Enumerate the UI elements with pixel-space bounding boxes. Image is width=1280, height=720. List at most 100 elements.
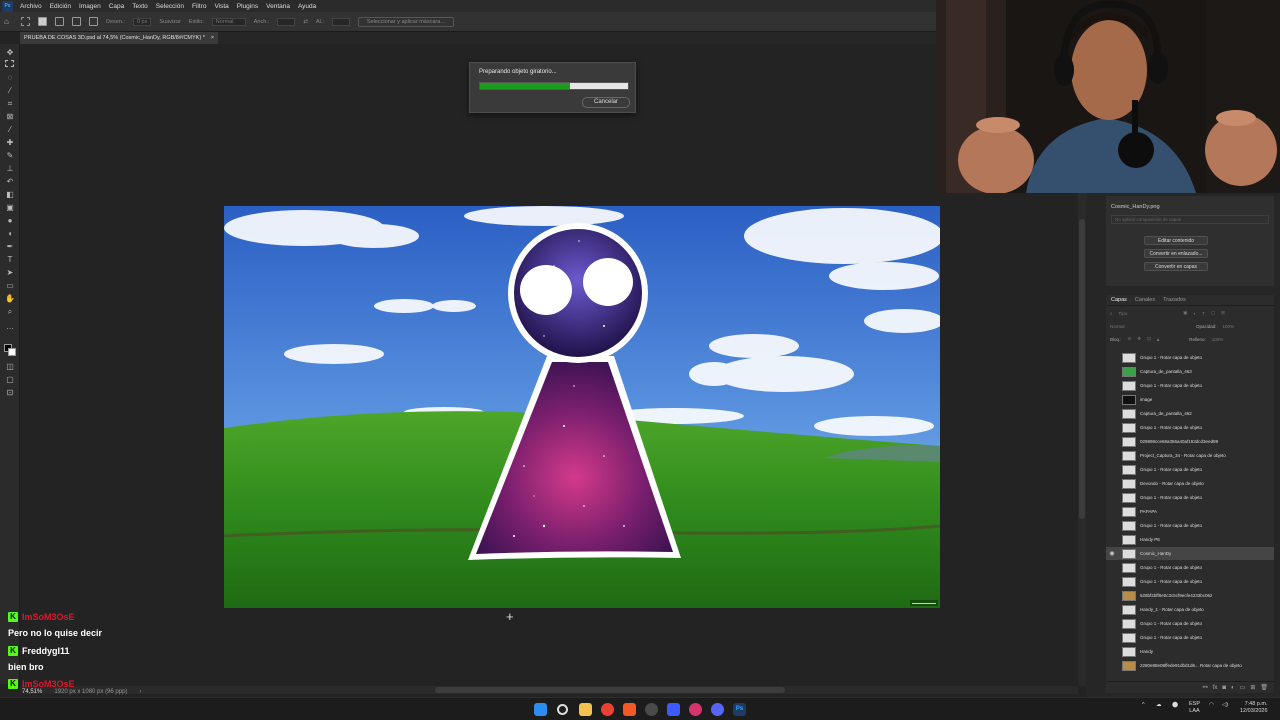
blur-tool-icon[interactable]: ●	[5, 216, 15, 225]
layer-row[interactable]: Grupo 1 - Rotar capa de objeto	[1106, 379, 1274, 392]
dodge-tool-icon[interactable]: ◖	[5, 229, 15, 238]
tray-app-icon[interactable]: ☁	[1156, 702, 1162, 708]
cancel-button[interactable]: Cancelar	[582, 97, 630, 108]
menu-filtro[interactable]: Filtro	[188, 3, 210, 10]
add-selection-icon[interactable]	[55, 17, 64, 26]
type-tool-icon[interactable]: T	[5, 255, 15, 264]
opacity-input[interactable]: 100%	[1223, 324, 1235, 329]
layer-row[interactable]: Handy PE	[1106, 533, 1274, 546]
quick-mask-icon[interactable]: ◫	[5, 362, 15, 371]
adjustment-layer-icon[interactable]: ◐	[1231, 682, 1235, 693]
layer-row[interactable]: Grupo 1 - Rotar capa de objeto	[1106, 561, 1274, 574]
add-mask-icon[interactable]: ◙	[1222, 682, 1226, 693]
magic-wand-icon[interactable]: ⁄	[5, 86, 15, 95]
blend-mode-select[interactable]: Normal	[1110, 324, 1170, 329]
link-layers-icon[interactable]: ⚯	[1203, 682, 1208, 693]
volume-icon[interactable]: ◁)	[1222, 702, 1228, 708]
menu-ventana[interactable]: Ventana	[262, 3, 294, 10]
layer-row[interactable]: Grupo 1 - Rotar capa de objeto	[1106, 463, 1274, 476]
rectangular-marquee-tool-icon[interactable]	[5, 60, 14, 67]
antialias-checkbox[interactable]: Suavizar	[159, 19, 180, 25]
menu-plugins[interactable]: Plugins	[233, 3, 262, 10]
pen-tool-icon[interactable]: ✒	[5, 242, 15, 251]
photoshop-logo-icon[interactable]: Ps	[2, 0, 13, 12]
lock-pixels-icon[interactable]: ⊘	[1128, 336, 1132, 342]
convert-to-linked-button[interactable]: Convertir en enlazado...	[1144, 249, 1208, 258]
layer-row[interactable]: Grupo 1 - Rotar capa de objeto	[1106, 617, 1274, 630]
eraser-icon[interactable]: ◧	[5, 190, 15, 199]
photoshop-taskbar-icon[interactable]: Ps	[733, 703, 746, 716]
eyedropper-icon[interactable]: ⁄	[5, 125, 15, 134]
horizontal-scroll-thumb[interactable]	[435, 687, 785, 693]
filter-smart-icon[interactable]: ⊞	[1221, 310, 1225, 316]
healing-brush-icon[interactable]: ✚	[5, 138, 15, 147]
new-selection-icon[interactable]	[38, 17, 47, 26]
menu-archivo[interactable]: Archivo	[16, 3, 46, 10]
filter-type-icon[interactable]: T	[1202, 311, 1205, 316]
brave-icon[interactable]	[623, 703, 636, 716]
layer-row[interactable]: 528bf2bff8e0c3c5cf9ecfe4233bc062	[1106, 589, 1274, 602]
rectangle-tool-icon[interactable]: ▭	[5, 281, 15, 290]
crop-tool-icon[interactable]: ⌗	[5, 99, 15, 108]
layer-row[interactable]: Grupo 1 - Rotar capa de objeto	[1106, 519, 1274, 532]
filter-shape-icon[interactable]: ▢	[1211, 310, 1215, 316]
tray-chevron-icon[interactable]: ^	[1142, 702, 1145, 708]
layer-row[interactable]: Devondo - Rotar capa de objeto	[1106, 477, 1274, 490]
edit-toolbar-icon[interactable]: ⊡	[5, 388, 15, 397]
layer-row[interactable]: Handy	[1106, 645, 1274, 658]
more-tools-icon[interactable]: …	[5, 322, 15, 331]
delete-layer-icon[interactable]: 🗑︎	[1260, 682, 1268, 693]
search-icon[interactable]: ⌕	[1110, 311, 1113, 316]
lock-artboard-icon[interactable]: ⊡	[1147, 336, 1151, 342]
layer-row[interactable]: Grupo 1 - Rotar capa de objeto	[1106, 491, 1274, 504]
browser-icon[interactable]	[645, 703, 658, 716]
layer-style-icon[interactable]: fx	[1213, 682, 1218, 693]
menu-ayuda[interactable]: Ayuda	[294, 3, 320, 10]
layer-row[interactable]: Grupo 1 - Rotar capa de objeto	[1106, 631, 1274, 644]
vertical-scroll-thumb[interactable]	[1079, 219, 1085, 519]
subtract-selection-icon[interactable]	[72, 17, 81, 26]
lock-move-icon[interactable]: ✥	[1137, 336, 1141, 342]
convert-to-layers-button[interactable]: Convertir en capas	[1144, 262, 1208, 271]
lock-all-icon[interactable]: 🔒︎	[1157, 337, 1159, 342]
new-group-icon[interactable]: ▭	[1240, 682, 1246, 693]
wifi-icon[interactable]: ◠	[1209, 702, 1214, 708]
marquee-tool-preset-icon[interactable]	[21, 17, 30, 26]
close-icon[interactable]: ×	[211, 32, 214, 44]
path-selection-icon[interactable]: ➤	[5, 268, 15, 277]
layer-row[interactable]: ◉ Cosmic_HanDy	[1106, 547, 1274, 560]
chrome-icon[interactable]	[601, 703, 614, 716]
fill-input[interactable]: 100%	[1212, 337, 1224, 342]
edit-contents-button[interactable]: Editar contenido	[1144, 236, 1208, 245]
feather-input[interactable]: 0 px	[132, 17, 152, 26]
discord-icon[interactable]	[711, 703, 724, 716]
layer-row[interactable]: Project_Captura_34 - Rotar capa de objet…	[1106, 449, 1274, 462]
background-color-swatch[interactable]	[8, 348, 16, 356]
language-indicator[interactable]: ESP LAA	[1189, 701, 1200, 715]
menu-vista[interactable]: Vista	[210, 3, 232, 10]
layer-row[interactable]: 029898cce68a356a40af153dcd3eed89	[1106, 435, 1274, 448]
filter-pixel-icon[interactable]: ▣	[1183, 310, 1187, 316]
tray-app2-icon[interactable]: ⬤	[1172, 702, 1178, 708]
file-explorer-icon[interactable]	[579, 703, 592, 716]
layer-row[interactable]: Handy_1 - Rotar capa de objeto	[1106, 603, 1274, 616]
visibility-eye-icon[interactable]: ◉	[1106, 550, 1118, 557]
start-icon[interactable]	[534, 703, 547, 716]
select-and-mask-button[interactable]: Seleccionar y aplicar máscara...	[357, 16, 454, 27]
layer-row[interactable]: 2280e88e08ffede91dbd1d6... Rotar capa de…	[1106, 659, 1274, 672]
layer-filter-select[interactable]: Tipo	[1119, 311, 1128, 316]
home-icon[interactable]: ⌂	[4, 17, 13, 26]
app-icon[interactable]	[667, 703, 680, 716]
layer-row[interactable]: Grupo 1 - Rotar capa de objeto	[1106, 351, 1274, 364]
width-input[interactable]	[277, 17, 296, 26]
status-arrow-icon[interactable]: ›	[139, 689, 141, 695]
history-brush-icon[interactable]: ↶	[5, 177, 15, 186]
filter-adjust-icon[interactable]: ◐	[1193, 311, 1196, 316]
hand-tool-icon[interactable]: ✋	[5, 294, 15, 303]
search-icon[interactable]	[557, 704, 568, 715]
tab-canales[interactable]: Canales	[1135, 295, 1155, 305]
layer-row[interactable]: Grupo 1 - Rotar capa de objeto	[1106, 421, 1274, 434]
zoom-tool-icon[interactable]: ⌕	[5, 307, 15, 316]
swap-icon[interactable]: ⇄	[303, 19, 308, 25]
menu-edicion[interactable]: Edición	[46, 3, 75, 10]
